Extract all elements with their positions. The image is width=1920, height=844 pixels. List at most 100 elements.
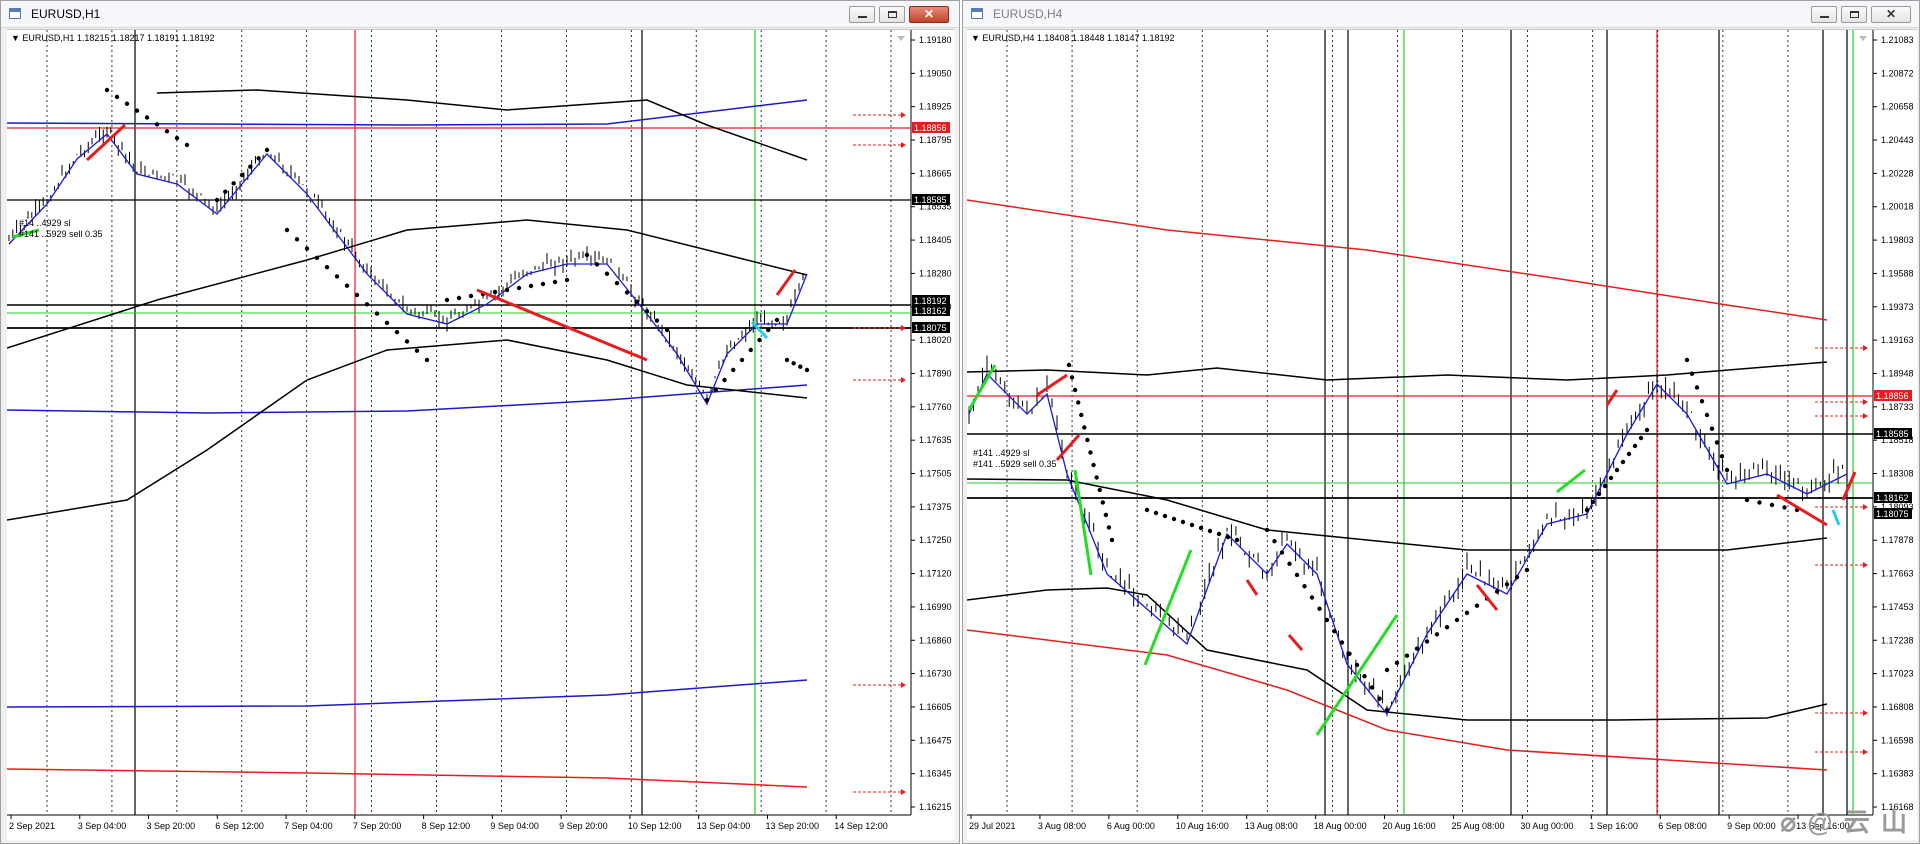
price-chart-h1[interactable]: 1.19180 1.19050 1.18925 1.18795 1.18665 1.185…	[7, 29, 955, 840]
sar-dot	[256, 156, 261, 161]
time-scale-label: 18 Aug 00:00	[1314, 821, 1367, 831]
time-scale-label: 9 Sep 00:00	[1727, 821, 1776, 831]
sar-dot	[1153, 510, 1159, 516]
price-chart-h4[interactable]: 1.21083 1.20872 1.20658 1.20443 1.20228 1.200…	[967, 29, 1917, 840]
sar-dot	[468, 293, 474, 299]
sar-dot	[1494, 589, 1500, 594]
trend-segment	[1315, 614, 1399, 736]
price-scale-label: 1.17250	[919, 535, 952, 545]
time-scale-label: 6 Sep 12:00	[215, 821, 264, 831]
sar-dot	[1066, 362, 1072, 368]
sar-dot	[713, 387, 718, 393]
price-scale-label: 1.17375	[919, 502, 952, 512]
sar-dot	[1614, 467, 1620, 473]
sar-dot	[1109, 537, 1115, 543]
sar-dot	[1088, 450, 1093, 455]
sar-dot	[1091, 462, 1096, 468]
price-scale-label: 1.18020	[919, 335, 952, 345]
sar-dot	[1369, 685, 1375, 690]
sar-dot	[1294, 572, 1300, 578]
window-titlebar[interactable]: EURUSD,H4 ✕	[963, 1, 1919, 28]
price-tag-label: 1.18585	[1876, 429, 1909, 439]
sar-dot	[1699, 399, 1705, 404]
sar-dot	[1719, 454, 1725, 459]
sar-dot	[644, 309, 650, 314]
sar-dot	[1309, 595, 1315, 600]
minimize-button[interactable]	[849, 6, 875, 23]
sar-dot	[1782, 505, 1787, 510]
sar-dot	[1384, 667, 1390, 673]
sar-dot	[1162, 513, 1168, 519]
sar-dot	[214, 197, 220, 203]
price-tag-label: 1.18856	[914, 123, 947, 133]
price-scale-label: 1.16808	[1881, 702, 1914, 712]
price-scale-label: 1.18665	[919, 168, 952, 178]
sar-dot	[284, 227, 290, 233]
price-scale-label: 1.16598	[1881, 735, 1914, 745]
close-button[interactable]: ✕	[909, 6, 949, 23]
chart-shift-icon	[1859, 36, 1867, 41]
marker-arrow-icon	[901, 325, 906, 331]
sar-dot	[731, 367, 736, 373]
chart-window-icon	[9, 8, 21, 19]
sar-dot	[552, 279, 558, 285]
time-scale-label: 10 Sep 12:00	[628, 821, 682, 831]
sar-dot	[1596, 491, 1602, 497]
sar-dot	[1394, 660, 1400, 666]
price-scale-label: 1.18405	[919, 235, 952, 245]
chart-info-label: ▼ EURUSD,H1 1.18215 1.18217 1.18191 1.18…	[11, 33, 215, 43]
sar-dot	[1106, 525, 1112, 530]
sar-dot	[594, 262, 600, 267]
price-scale-label: 1.18308	[1881, 469, 1914, 479]
sar-dot	[1082, 425, 1087, 430]
sar-dot	[1424, 639, 1430, 644]
sar-dot	[1757, 500, 1762, 505]
sar-dot	[1264, 527, 1270, 533]
sar-dot	[1272, 539, 1277, 544]
sar-dot	[1144, 507, 1150, 513]
sar-dot	[1638, 435, 1644, 441]
trend-segment	[1556, 468, 1586, 494]
price-scale-label: 1.16383	[1881, 769, 1914, 779]
price-scale-label: 1.17238	[1881, 635, 1914, 645]
close-button[interactable]: ✕	[1871, 6, 1911, 23]
marker-arrow-icon	[1863, 710, 1868, 716]
chart-window-h1[interactable]: EURUSD,H1 ✕ 1.19180 1.19050 1.18925 1.18795…	[0, 0, 960, 844]
sar-dot	[1590, 499, 1596, 505]
sar-dot	[1644, 427, 1650, 433]
price-scale-label: 1.17663	[1881, 569, 1914, 579]
time-scale-label: 30 Aug 00:00	[1520, 821, 1573, 831]
time-scale-label: 13 Sep 20:00	[765, 821, 819, 831]
sar-dot	[1207, 528, 1213, 534]
sar-dot	[664, 327, 670, 333]
sar-dot	[748, 347, 753, 353]
sar-dot	[124, 101, 130, 106]
time-scale-label: 1 Sep 16:00	[1589, 821, 1638, 831]
chart-window-h4[interactable]: EURUSD,H4 ✕ 1.21083 1.20872 1.20658 1.20443…	[962, 0, 1920, 844]
price-scale-label: 1.16605	[919, 702, 952, 712]
chart-canvas-h4[interactable]: 1.21083 1.20872 1.20658 1.20443 1.20228 1.200…	[967, 30, 1917, 840]
chart-canvas-h1[interactable]: 1.19180 1.19050 1.18925 1.18795 1.18665 1.185…	[7, 30, 955, 840]
time-scale-label: 13 Aug 08:00	[1245, 821, 1298, 831]
price-tag-label: 1.18585	[914, 195, 947, 205]
maximize-button[interactable]	[879, 6, 905, 23]
sar-dot	[334, 274, 340, 279]
sar-dot	[1354, 662, 1360, 668]
minimize-button[interactable]	[1811, 6, 1837, 23]
sar-dot	[1694, 385, 1700, 390]
price-scale-label: 1.16215	[919, 802, 952, 812]
maximize-button[interactable]	[1841, 6, 1867, 23]
sar-dot	[1079, 412, 1084, 418]
sar-dot	[1189, 522, 1195, 528]
sar-dot	[774, 317, 780, 323]
bollinger-lower	[7, 339, 808, 521]
sar-dot	[1464, 610, 1470, 616]
sar-dot	[223, 189, 228, 194]
sar-dot	[1414, 646, 1420, 651]
time-scale-label: 8 Sep 12:00	[422, 821, 471, 831]
window-titlebar[interactable]: EURUSD,H1 ✕	[1, 1, 959, 28]
sar-dot	[344, 283, 350, 288]
trend-segment	[1776, 493, 1828, 527]
sar-dot	[424, 357, 430, 363]
trend-segment	[1245, 579, 1259, 596]
